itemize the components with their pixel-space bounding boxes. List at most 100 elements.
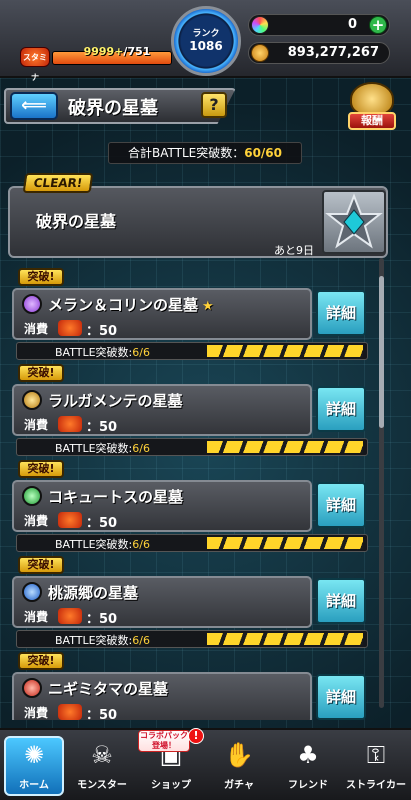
nav-friend[interactable]: ♣ フレンド <box>274 730 342 800</box>
nav-shop-label: ショップ <box>151 780 191 791</box>
battle-progress: BATTLE突破数:6/6 <box>16 438 368 456</box>
page-title: 破界の星墓 <box>68 98 158 119</box>
stamina-current: 9999+ <box>83 45 124 58</box>
orb-value: 0 <box>347 17 357 32</box>
battle-progress-chevrons <box>207 537 363 549</box>
scrollbar[interactable] <box>379 258 384 708</box>
detail-button[interactable]: 詳細 <box>316 290 366 336</box>
event-panel[interactable]: 破界の星墓 あと9日 <box>8 186 388 258</box>
battle-label-text: BATTLE突破数: <box>55 634 133 647</box>
detail-button[interactable]: 詳細 <box>316 578 366 624</box>
days-left: あと9日 <box>274 244 314 257</box>
nav-striker-label: ストライカー <box>346 780 406 791</box>
rank-label: ランク <box>192 29 220 39</box>
stage-name: 桃源郷の星墓 <box>48 582 138 603</box>
stamina-cost: 消費 ：50 <box>22 512 312 531</box>
stage-name: メラン＆コリンの星墓 ★ <box>48 294 214 315</box>
star-emblem-icon <box>322 190 386 254</box>
orb-icon <box>251 16 269 34</box>
nav-friend-label: フレンド <box>288 780 328 791</box>
rank-value: 1086 <box>189 39 223 53</box>
stage-card[interactable]: 突破! ラルガメンテの星墓 消費 ：50 詳細 BATTLE突破数:6/6 <box>12 364 370 456</box>
element-icon <box>22 294 42 314</box>
nav-gacha[interactable]: ✋ ガチャ <box>205 730 273 800</box>
breakthrough-tag: 突破! <box>18 460 64 478</box>
reward-emblem-icon <box>350 82 394 116</box>
battle-value: 6/6 <box>132 442 150 455</box>
stage-name: ニギミタマの星墓 <box>48 678 168 699</box>
title-bar: ⟸ 破界の星墓 ? 報酬 <box>0 82 411 132</box>
detail-button[interactable]: 詳細 <box>316 386 366 432</box>
breakthrough-tag: 突破! <box>18 364 64 382</box>
coin-icon <box>251 44 269 62</box>
friend-icon: ♣ <box>297 741 319 769</box>
nav-monster-label: モンスター <box>77 780 127 791</box>
stage-name-text: ニギミタマの星墓 <box>48 680 169 698</box>
stamina-cost: 消費 ：50 <box>22 608 312 627</box>
breakthrough-tag: 突破! <box>18 268 64 286</box>
gacha-icon: ✋ <box>224 741 254 769</box>
battle-progress-chevrons <box>207 345 363 357</box>
nav-monster[interactable]: ☠ モンスター <box>68 730 136 800</box>
scrollbar-thumb[interactable] <box>379 276 384 428</box>
battle-label-text: BATTLE突破数: <box>55 538 133 551</box>
stage-card[interactable]: 突破! メラン＆コリンの星墓 ★ 消費 ：50 詳細 BATTLE突破数:6/6 <box>12 268 370 360</box>
nav-home[interactable]: ✺ ホーム <box>0 730 68 800</box>
help-button[interactable]: ? <box>201 92 227 118</box>
stage-name-text: ラルガメンテの星墓 <box>48 392 183 410</box>
battle-progress: BATTLE突破数:6/6 <box>16 630 368 648</box>
stamina-icon <box>58 704 82 720</box>
star-icon: ★ <box>202 299 214 314</box>
event-title: 破界の星墓 <box>36 212 117 231</box>
stamina-icon <box>58 320 82 336</box>
add-orb-button[interactable]: + <box>369 16 387 34</box>
nav-home-label: ホーム <box>19 780 49 791</box>
stage-card[interactable]: 突破! ニギミタマの星墓 消費 ：50 詳細 <box>12 652 370 720</box>
back-arrow-icon: ⟸ <box>21 95 47 116</box>
status-bar: スタミナ 9999+/751 ランク 1086 0 + 893,277,267 <box>0 0 411 82</box>
stamina-cost: 消費 ：50 <box>22 416 312 435</box>
back-button[interactable]: ⟸ <box>10 92 58 120</box>
rank-badge[interactable]: ランク 1086 <box>171 6 241 76</box>
monster-icon: ☠ <box>91 741 113 769</box>
battle-value: 6/6 <box>132 634 150 647</box>
orb-counter: 0 + <box>248 14 390 36</box>
coin-value: 893,277,267 <box>287 45 379 60</box>
battle-progress: BATTLE突破数:6/6 <box>16 534 368 552</box>
stamina-icon: スタミナ <box>20 47 50 82</box>
collab-pack-badge: コラボパック 登場！ <box>138 730 190 752</box>
bottom-nav: ✺ ホーム ☠ モンスター ▣ ショップ ✋ ガチャ ♣ フレンド ⚿ ストライ… <box>0 728 411 800</box>
reward-button[interactable]: 報酬 <box>346 82 398 132</box>
stage-card[interactable]: 突破! 桃源郷の星墓 消費 ：50 詳細 BATTLE突破数:6/6 <box>12 556 370 648</box>
stamina-max: /751 <box>123 45 151 58</box>
detail-button[interactable]: 詳細 <box>316 674 366 720</box>
stage-name: ラルガメンテの星墓 <box>48 390 183 411</box>
breakthrough-tag: 突破! <box>18 652 64 670</box>
cost-value: ：50 <box>86 612 118 627</box>
stamina-icon <box>58 416 82 432</box>
alert-badge: ! <box>188 728 204 744</box>
reward-label: 報酬 <box>348 112 396 130</box>
total-battle-value: 60/60 <box>244 146 282 160</box>
home-icon: ✺ <box>23 741 45 769</box>
stage-card[interactable]: 突破! コキュートスの星墓 消費 ：50 詳細 BATTLE突破数:6/6 <box>12 460 370 552</box>
cost-label: 消費 <box>24 418 49 432</box>
stage-name-text: 桃源郷の星墓 <box>48 584 139 602</box>
coin-counter: 893,277,267 <box>248 42 390 64</box>
battle-value: 6/6 <box>132 346 150 359</box>
stamina-text: 9999+/751 <box>62 45 172 59</box>
total-battle-count: 合計BATTLE突破数：60/60 <box>108 142 302 164</box>
battle-label: BATTLE突破数:6/6 <box>55 344 150 360</box>
cost-value: ：50 <box>86 516 118 531</box>
cost-label: 消費 <box>24 610 49 624</box>
cost-value: ：50 <box>86 324 118 339</box>
stage-name: コキュートスの星墓 <box>48 486 183 507</box>
cost-label: 消費 <box>24 322 49 336</box>
battle-label-text: BATTLE突破数: <box>55 346 133 359</box>
stage-list: 突破! メラン＆コリンの星墓 ★ 消費 ：50 詳細 BATTLE突破数:6/6 … <box>0 262 411 720</box>
stamina-cost: 消費 ：50 <box>22 704 312 720</box>
detail-button[interactable]: 詳細 <box>316 482 366 528</box>
striker-icon: ⚿ <box>366 741 386 769</box>
nav-striker[interactable]: ⚿ ストライカー <box>342 730 410 800</box>
battle-label-text: BATTLE突破数: <box>55 442 133 455</box>
